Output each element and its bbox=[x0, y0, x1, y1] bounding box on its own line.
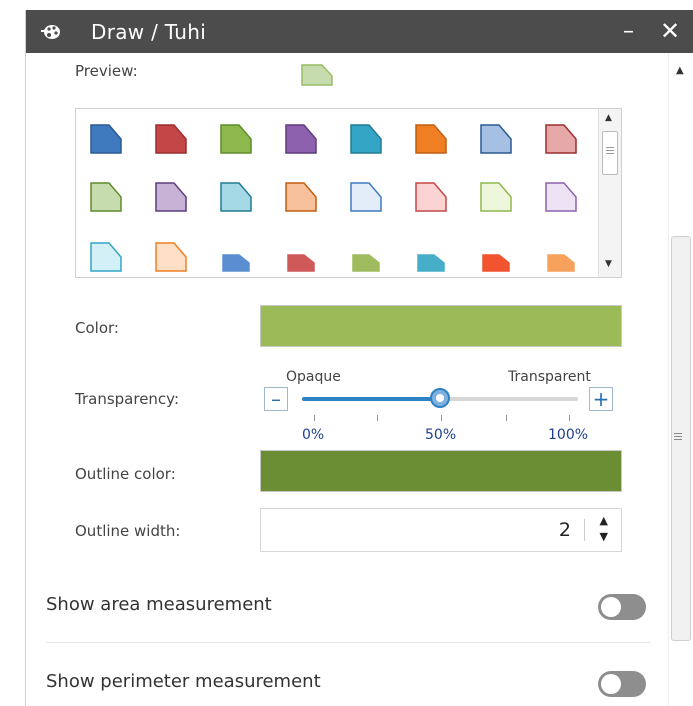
symbol-swatch-shape bbox=[352, 254, 380, 272]
color-label: Color: bbox=[75, 319, 119, 337]
draw-panel-content: Preview: ▲ ▼ Color: Opaque Transparent T… bbox=[26, 53, 669, 706]
symbol-swatch[interactable] bbox=[284, 123, 320, 159]
slider-tick bbox=[569, 415, 570, 421]
title-bar: Draw / Tuhi – ✕ bbox=[26, 10, 693, 53]
symbol-swatch-shape bbox=[90, 124, 122, 154]
transparency-slider-fill bbox=[302, 397, 440, 401]
symbol-swatch-shape bbox=[482, 254, 510, 272]
panel-scrollbar[interactable]: ▲ bbox=[668, 53, 693, 706]
symbol-swatch-shape bbox=[350, 124, 382, 154]
decrement-icon[interactable]: ▼ bbox=[600, 530, 608, 543]
transparency-decrease-button[interactable]: – bbox=[264, 387, 288, 411]
perimeter-measurement-toggle[interactable] bbox=[598, 671, 646, 697]
symbol-swatch-shape bbox=[155, 124, 187, 154]
symbol-swatch[interactable] bbox=[284, 241, 320, 277]
tick-label-100: 100% bbox=[548, 427, 589, 443]
symbol-swatch-shape bbox=[222, 254, 250, 272]
symbol-swatch[interactable] bbox=[414, 241, 450, 277]
toggle-knob bbox=[601, 674, 621, 694]
symbol-swatch-shape bbox=[287, 254, 315, 272]
tick-label-0: 0% bbox=[302, 427, 325, 443]
symbol-swatch-shape bbox=[285, 182, 317, 212]
transparency-increase-button[interactable]: + bbox=[589, 387, 613, 411]
grip-icon bbox=[674, 433, 682, 442]
symbol-swatch-shape bbox=[545, 182, 577, 212]
symbol-swatch[interactable] bbox=[544, 123, 580, 159]
palette-scroll-thumb[interactable] bbox=[602, 131, 618, 175]
symbol-palette: ▲ ▼ bbox=[75, 108, 622, 278]
symbol-swatch-shape bbox=[155, 182, 187, 212]
transparency-slider-handle[interactable] bbox=[430, 388, 450, 408]
symbol-swatch[interactable] bbox=[479, 181, 515, 217]
symbol-swatch[interactable] bbox=[544, 241, 580, 277]
outline-width-label: Outline width: bbox=[75, 522, 181, 540]
stepper-divider bbox=[584, 519, 585, 541]
symbol-swatch[interactable] bbox=[89, 241, 125, 277]
transparency-slider[interactable] bbox=[302, 388, 578, 408]
symbol-swatch-shape bbox=[155, 242, 187, 272]
symbol-swatch[interactable] bbox=[349, 241, 385, 277]
symbol-swatch[interactable] bbox=[89, 123, 125, 159]
outline-width-value[interactable]: 2 bbox=[559, 519, 571, 541]
symbol-swatch-shape bbox=[415, 182, 447, 212]
outline-color-label: Outline color: bbox=[75, 465, 176, 483]
symbol-swatch[interactable] bbox=[414, 181, 450, 217]
symbol-swatch-shape bbox=[90, 242, 122, 272]
symbol-swatch-shape bbox=[350, 182, 382, 212]
panel-scroll-up-icon[interactable]: ▲ bbox=[676, 65, 684, 76]
palette-scroll-down-icon[interactable]: ▼ bbox=[605, 259, 612, 269]
perimeter-measurement-label: Show perimeter measurement bbox=[46, 671, 321, 692]
symbol-swatch[interactable] bbox=[349, 181, 385, 217]
slider-tick bbox=[314, 415, 315, 421]
symbol-swatch[interactable] bbox=[479, 123, 515, 159]
outline-width-stepper[interactable]: 2 ▲ ▼ bbox=[260, 508, 622, 552]
symbol-swatch-shape bbox=[545, 124, 577, 154]
symbol-swatch-shape bbox=[220, 182, 252, 212]
slider-tick bbox=[441, 415, 442, 421]
symbol-swatch[interactable] bbox=[414, 123, 450, 159]
palette-scrollbar[interactable]: ▲ ▼ bbox=[598, 109, 621, 277]
symbol-swatch[interactable] bbox=[219, 181, 255, 217]
preview-symbol bbox=[301, 64, 333, 86]
outline-color-picker[interactable] bbox=[260, 450, 622, 492]
palette-scroll-up-icon[interactable]: ▲ bbox=[605, 113, 612, 123]
close-button[interactable]: ✕ bbox=[660, 17, 680, 45]
slider-tick bbox=[377, 415, 378, 421]
toggle-knob bbox=[601, 597, 621, 617]
symbol-swatch[interactable] bbox=[154, 123, 190, 159]
symbol-swatch-shape bbox=[220, 124, 252, 154]
symbol-swatch[interactable] bbox=[219, 241, 255, 277]
symbol-swatch-shape bbox=[417, 254, 445, 272]
palette-icon bbox=[41, 25, 60, 39]
symbol-swatch-shape bbox=[480, 124, 512, 154]
draw-window: Draw / Tuhi – ✕ Preview: ▲ ▼ Color: Opaq… bbox=[25, 10, 693, 706]
slider-tick bbox=[506, 415, 507, 421]
symbol-swatch[interactable] bbox=[154, 241, 190, 277]
area-measurement-label: Show area measurement bbox=[46, 594, 272, 615]
divider bbox=[46, 642, 651, 643]
area-measurement-toggle[interactable] bbox=[598, 594, 646, 620]
opaque-label: Opaque bbox=[286, 369, 341, 385]
fill-color-picker[interactable] bbox=[260, 305, 622, 347]
preview-label: Preview: bbox=[75, 62, 138, 80]
symbol-swatch-shape bbox=[90, 182, 122, 212]
symbol-swatch[interactable] bbox=[219, 123, 255, 159]
transparent-label: Transparent bbox=[508, 369, 591, 385]
symbol-swatch-shape bbox=[285, 124, 317, 154]
symbol-swatch[interactable] bbox=[479, 241, 515, 277]
symbol-swatch-shape bbox=[415, 124, 447, 154]
window-title: Draw / Tuhi bbox=[91, 20, 207, 44]
tick-label-50: 50% bbox=[425, 427, 457, 443]
transparency-label: Transparency: bbox=[75, 390, 180, 408]
symbol-swatch-shape bbox=[547, 254, 575, 272]
symbol-swatch-shape bbox=[480, 182, 512, 212]
symbol-swatch[interactable] bbox=[544, 181, 580, 217]
symbol-swatch[interactable] bbox=[154, 181, 190, 217]
symbol-swatch[interactable] bbox=[284, 181, 320, 217]
symbol-swatch[interactable] bbox=[349, 123, 385, 159]
minimize-button[interactable]: – bbox=[623, 19, 634, 44]
increment-icon[interactable]: ▲ bbox=[600, 514, 608, 527]
symbol-swatch[interactable] bbox=[89, 181, 125, 217]
